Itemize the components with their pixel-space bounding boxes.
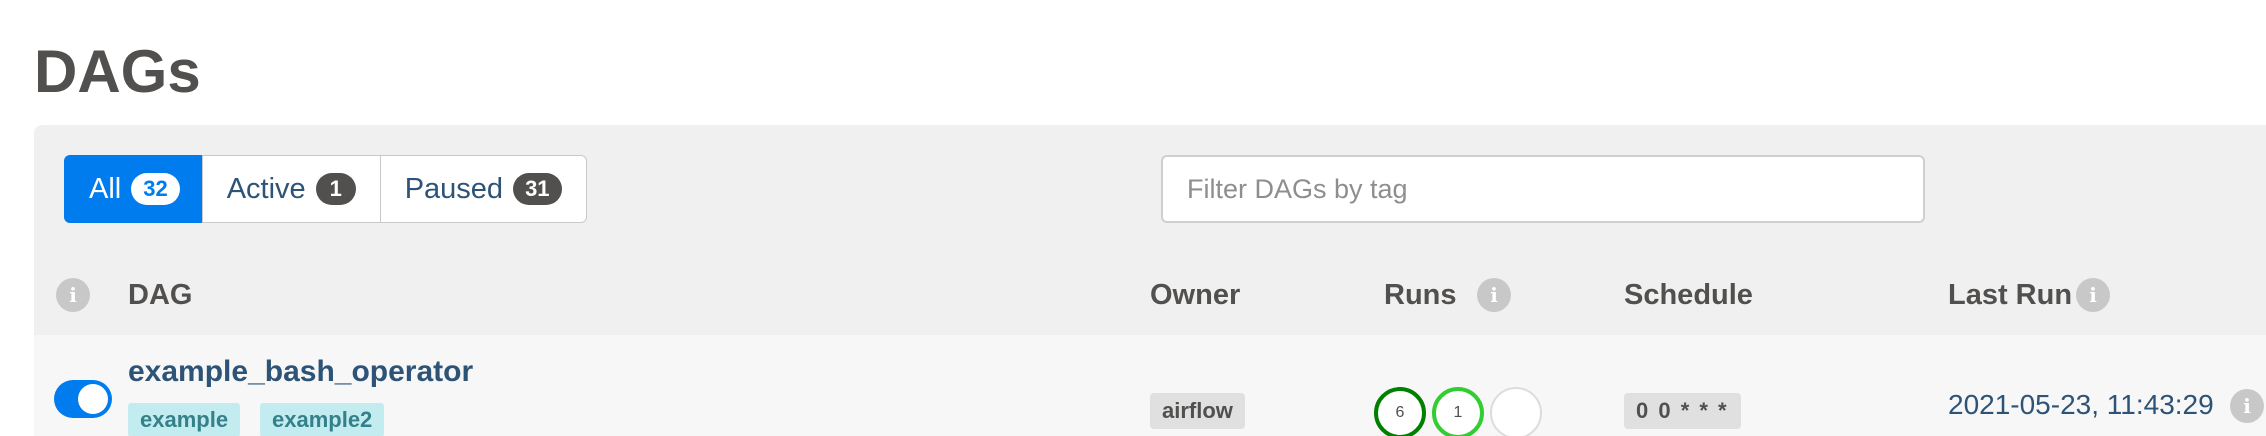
column-header-owner[interactable]: Owner (1150, 275, 1240, 315)
last-run-info-icon[interactable]: i (2076, 278, 2110, 312)
column-header-dag[interactable]: DAG (128, 275, 192, 315)
page-title: DAGs (34, 38, 201, 105)
table-row: example_bash_operator example example2 a… (34, 335, 2266, 436)
dag-name-link[interactable]: example_bash_operator (128, 353, 473, 391)
dags-page: DAGs All 32 Active 1 Paused 31 i DAG Own… (0, 0, 2266, 436)
run-status-success[interactable]: 6 (1374, 387, 1426, 436)
filter-paused-label: Paused (404, 172, 504, 205)
filter-active-count: 1 (315, 173, 356, 205)
filter-paused-button[interactable]: Paused 31 (379, 155, 587, 223)
filter-all-label: All (89, 172, 122, 205)
filter-paused-count: 31 (513, 173, 562, 205)
runs-info-icon[interactable]: i (1477, 278, 1511, 312)
filter-active-label: Active (226, 172, 306, 205)
info-icon[interactable]: i (56, 278, 90, 312)
column-header-schedule: Schedule (1624, 279, 1753, 311)
last-run-detail-icon[interactable]: i (2230, 389, 2264, 423)
column-header-runs: Runs (1384, 279, 1457, 311)
filter-all-count: 32 (131, 173, 180, 205)
dags-panel: All 32 Active 1 Paused 31 i DAG Owner Ru… (34, 125, 2266, 436)
status-filter-group: All 32 Active 1 Paused 31 (64, 155, 587, 223)
toggle-knob (78, 384, 108, 414)
tag-filter-input[interactable] (1161, 155, 1925, 223)
column-header-last-run: Last Run (1948, 279, 2073, 311)
last-run-link[interactable]: 2021-05-23, 11:43:29 (1948, 387, 2214, 423)
dag-active-toggle[interactable] (54, 380, 112, 418)
owner-badge[interactable]: airflow (1150, 393, 1245, 429)
run-status-running[interactable]: 1 (1432, 387, 1484, 436)
filter-active-button[interactable]: Active 1 (201, 155, 381, 223)
filter-all-button[interactable]: All 32 (64, 155, 203, 223)
schedule-badge[interactable]: 0 0 * * * (1624, 393, 1741, 429)
run-status-failed[interactable] (1490, 387, 1542, 436)
dag-tag[interactable]: example2 (260, 403, 385, 436)
dag-tag[interactable]: example (128, 403, 241, 436)
